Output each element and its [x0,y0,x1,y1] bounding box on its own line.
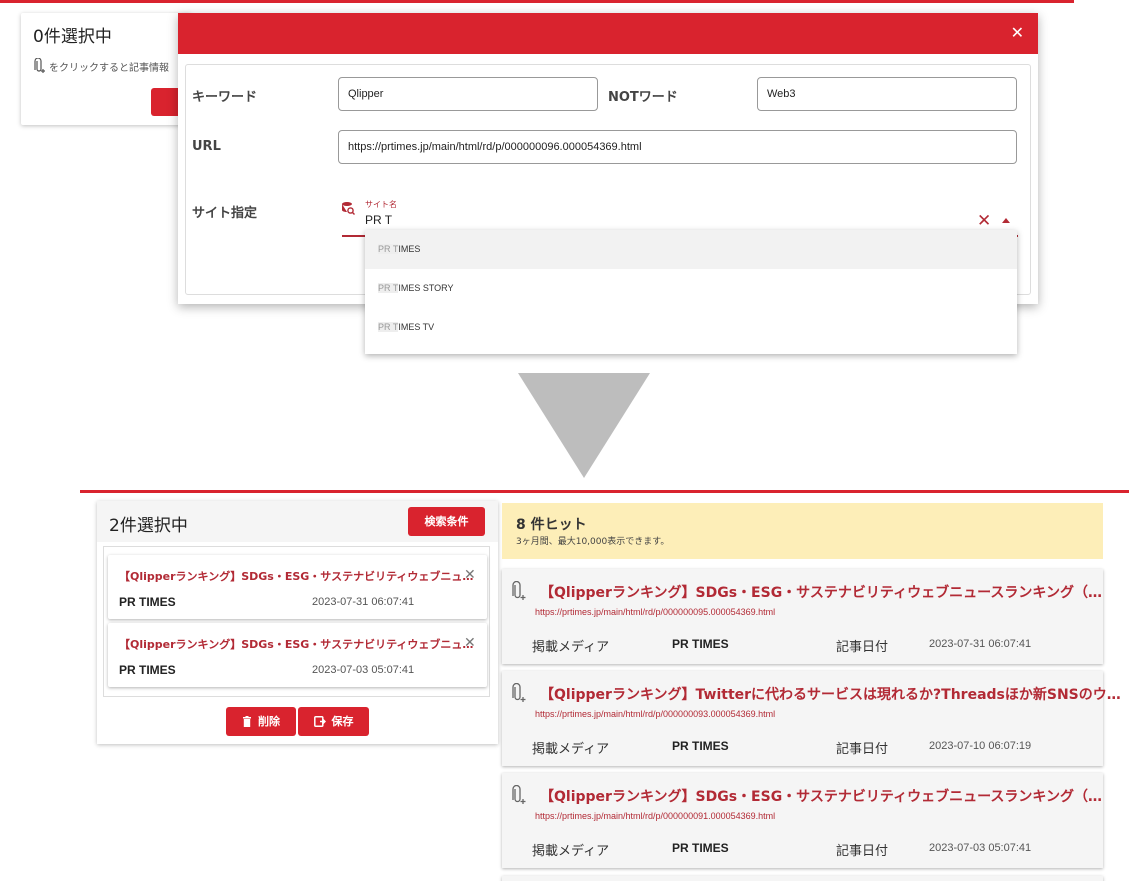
selection-panel: 2件選択中 検索条件 【Qlipperランキング】SDGs・ESG・サステナビリ… [97,501,498,744]
remove-icon[interactable]: ✕ [464,636,476,650]
media-label: 掲載メディア [532,640,610,655]
selected-item-title[interactable]: 【Qlipperランキング】SDGs・ESG・サステナビリティウェブニュ… [119,568,473,584]
media-value: PR TIMES [672,841,729,855]
paperclip-add-icon[interactable] [511,785,527,805]
save-button-label: 保存 [331,715,354,728]
selected-item-title[interactable]: 【Qlipperランキング】SDGs・ESG・サステナビリティウェブニュ… [119,636,473,652]
option-rest: IMES TV [398,322,435,332]
result-url[interactable]: https://prtimes.jp/main/html/rd/p/000000… [535,607,775,617]
result-url[interactable]: https://prtimes.jp/main/html/rd/p/000000… [535,709,775,719]
date-label: 記事日付 [836,742,889,757]
clear-icon[interactable]: ✕ [977,212,991,230]
keyword-label: キーワード [192,90,258,105]
date-label: 記事日付 [836,640,889,655]
hits-note: 3ヶ月間、最大10,000表示できます。 [516,537,670,547]
background-selection-card: 0件選択中 をクリックすると記事情報 [21,13,191,125]
background-card-hint: をクリックすると記事情報 [33,58,169,74]
site-name-caption: サイト名 [365,200,397,209]
save-button[interactable]: 保存 [298,707,369,736]
notword-input[interactable]: Web3 [757,77,1017,111]
dropdown-option[interactable]: PR TIMES TV [365,308,1017,347]
keyword-input[interactable]: Qlipper [338,77,598,111]
site-label: サイト指定 [192,206,258,221]
result-card: 【Qlipperランキング】SDGs・ESG・サステナビリティウェブニュースラン… [502,773,1103,868]
trash-icon [243,716,251,727]
site-search-icon [342,202,355,215]
date-value: 2023-07-10 06:07:19 [929,740,1032,752]
search-condition-button[interactable]: 検索条件 [408,507,485,536]
background-card-title: 0件選択中 [33,27,112,47]
remove-icon[interactable]: ✕ [464,568,476,582]
background-delete-button[interactable] [151,88,181,116]
paperclip-add-icon[interactable] [511,581,527,601]
selection-header: 2件選択中 検索条件 [97,501,498,542]
close-icon[interactable]: ✕ [1011,24,1024,42]
hits-count: 8 件ヒット [516,517,587,533]
site-name-input[interactable]: PR T [365,213,392,227]
result-title[interactable]: 【Qlipperランキング】Twitterに代わるサービスは現れるか?Threa… [540,684,1121,704]
result-title[interactable]: 【Qlipperランキング】SDGs・ESG・サステナビリティウェブニュースラン… [540,786,1102,806]
down-arrow-icon [518,373,650,478]
paperclip-add-icon[interactable] [511,683,527,703]
option-match: PR T [378,283,399,293]
paperclip-add-icon [34,58,45,73]
result-card: 【Qlipperランキング】Twitterに代わるサービスは現れるか?Threa… [502,671,1121,766]
section-divider [80,490,1129,493]
modal-header: ✕ [178,13,1038,54]
top-divider [0,0,1074,3]
site-autocomplete-dropdown: PR TIMES PR TIMES STORY PR TIMES TV [365,230,1017,354]
date-label: 記事日付 [836,844,889,859]
date-value: 2023-07-31 06:07:41 [929,638,1032,650]
selected-item-date: 2023-07-03 05:07:41 [312,664,415,676]
option-match: PR T [378,244,399,254]
selection-title: 2件選択中 [109,516,188,536]
selected-item: 【Qlipperランキング】SDGs・ESG・サステナビリティウェブニュ… ✕ … [108,623,487,687]
dropdown-option[interactable]: PR TIMES STORY [365,269,1017,308]
save-icon [313,716,326,727]
dropdown-option[interactable]: PR TIMES [365,230,1017,269]
selected-list: 【Qlipperランキング】SDGs・ESG・サステナビリティウェブニュ… ✕ … [103,546,490,697]
result-title[interactable]: 【Qlipperランキング】SDGs・ESG・サステナビリティウェブニュースラン… [540,582,1102,602]
selected-item: 【Qlipperランキング】SDGs・ESG・サステナビリティウェブニュ… ✕ … [108,555,487,619]
option-match: PR T [378,322,399,332]
selected-item-media: PR TIMES [119,595,176,609]
option-rest: IMES STORY [398,283,454,293]
selected-item-media: PR TIMES [119,663,176,677]
hits-banner: 8 件ヒット 3ヶ月間、最大10,000表示できます。 [502,503,1103,559]
delete-button[interactable]: 削除 [226,707,296,736]
notword-label: NOTワード [608,90,678,105]
url-label: URL [192,139,221,154]
background-card-hint-text: をクリックすると記事情報 [49,62,169,74]
media-value: PR TIMES [672,739,729,753]
media-value: PR TIMES [672,637,729,651]
media-label: 掲載メディア [532,844,610,859]
date-value: 2023-07-03 05:07:41 [929,842,1032,854]
option-rest: IMES [398,244,421,254]
delete-button-label: 削除 [258,715,280,728]
result-card: 【Qlipperランキング】SDGs・ESG・サステナビリティウェブニュースラン… [502,569,1103,664]
result-url[interactable]: https://prtimes.jp/main/html/rd/p/000000… [535,811,775,821]
media-label: 掲載メディア [532,742,610,757]
url-input[interactable]: https://prtimes.jp/main/html/rd/p/000000… [338,130,1017,164]
selected-item-date: 2023-07-31 06:07:41 [312,596,415,608]
result-card-partial [502,876,1103,881]
chevron-up-icon[interactable] [1002,218,1010,223]
